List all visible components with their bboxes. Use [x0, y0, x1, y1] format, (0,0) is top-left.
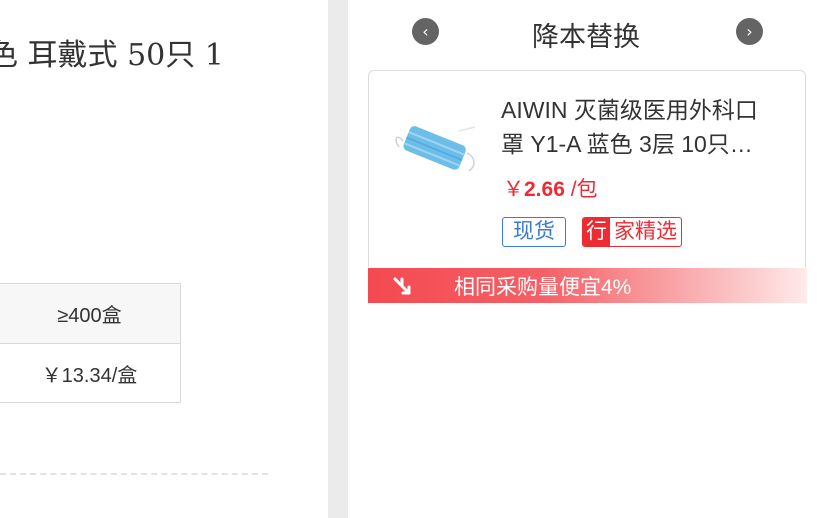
alternative-product-card[interactable]: AIWIN 灭菌级医用外科口 罩 Y1-A 蓝色 3层 10只… ￥2.66 /… [368, 70, 806, 267]
down-arrow-icon [393, 277, 411, 294]
tier-price-table: ≥400盒 ￥13.34/盒 [0, 283, 181, 403]
product-price: ￥2.66 /包 [503, 173, 598, 203]
price-symbol: ￥ [503, 178, 524, 201]
chevron-left-icon[interactable]: ‹ [412, 18, 439, 45]
dashed-divider [0, 473, 268, 475]
curated-tag-label: 家精选 [614, 220, 677, 243]
savings-text: 相同采购量便宜4% [454, 275, 632, 299]
price-row: ￥13.34/盒 [0, 343, 181, 403]
savings-banner: 相同采购量便宜4% [368, 268, 807, 303]
price-unit: /包 [564, 178, 598, 201]
quantity-cell: ≥400盒 [0, 283, 181, 344]
product-detail-pane: 色 耳戴式 50只 1 ≥400盒 ￥13.34/盒 [0, 0, 328, 518]
chevron-right-icon[interactable]: › [736, 18, 763, 45]
price-cell: ￥13.34/盒 [0, 343, 181, 403]
tag-row: 现货 行 家精选 [502, 217, 682, 247]
product-name-line-2: 罩 Y1-A 蓝色 3层 10只… [501, 131, 753, 157]
product-name-line-1: AIWIN 灭菌级医用外科口 [501, 97, 758, 123]
panel-title: 降本替换 [532, 22, 640, 52]
product-title: 色 耳戴式 50只 1 [0, 38, 224, 73]
in-stock-tag: 现货 [502, 217, 566, 247]
quantity-row: ≥400盒 [0, 283, 181, 344]
alternatives-panel: ‹ 降本替换 › AIWIN 灭菌级医用外科口 罩 Y1-A 蓝色 3层 10只… [348, 0, 818, 518]
product-name[interactable]: AIWIN 灭菌级医用外科口 罩 Y1-A 蓝色 3层 10只… [501, 93, 776, 161]
curated-tag: 行 家精选 [582, 217, 682, 247]
price-amount: 2.66 [524, 178, 565, 201]
curated-tag-badge: 行 [583, 218, 610, 246]
mask-thumbnail[interactable] [389, 109, 481, 179]
panel-gutter [328, 0, 348, 518]
